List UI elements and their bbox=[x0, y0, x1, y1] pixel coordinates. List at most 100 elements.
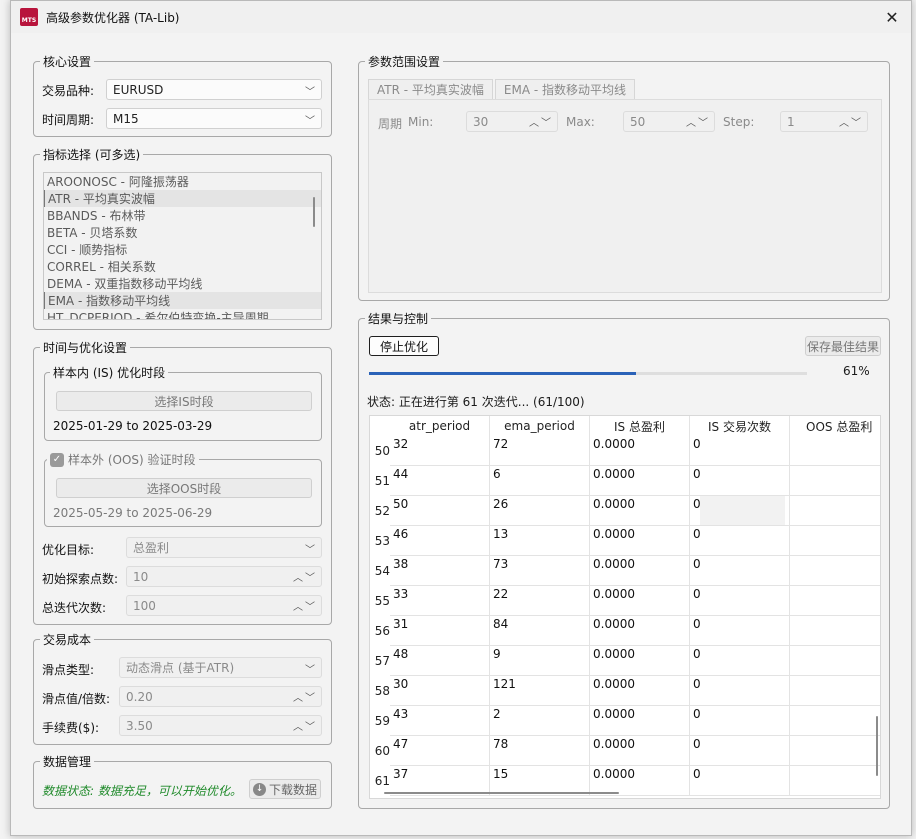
indicator-list-item[interactable]: AROONOSC - 阿隆振荡器 bbox=[44, 173, 321, 190]
table-cell: 84 bbox=[490, 616, 590, 646]
table-row[interactable]: 50 32 72 0.0000 0 bbox=[370, 436, 880, 466]
table-header: atr_period ema_period IS 总盈利 IS 交易次数 OOS… bbox=[370, 416, 880, 436]
step-spinbox[interactable]: 1 ︿﹀ bbox=[780, 111, 868, 132]
initial-points-label: 初始探索点数: bbox=[42, 572, 119, 586]
select-is-period-button[interactable]: 选择IS时段 bbox=[56, 391, 312, 411]
spin-arrows-icon: ︿﹀ bbox=[529, 118, 553, 129]
table-cell bbox=[790, 736, 880, 766]
indicator-list-item[interactable]: EMA - 指数移动平均线 bbox=[44, 292, 321, 309]
table-cell: 72 bbox=[490, 436, 590, 466]
indicator-list-item[interactable]: CCI - 顺势指标 bbox=[44, 241, 321, 258]
column-header-ema-period[interactable]: ema_period bbox=[490, 416, 590, 436]
table-row[interactable]: 60 47 78 0.0000 0 bbox=[370, 736, 880, 766]
table-cell: 47 bbox=[390, 736, 490, 766]
table-cell: 0.0000 bbox=[590, 646, 690, 676]
table-row[interactable]: 58 30 121 0.0000 0 bbox=[370, 676, 880, 706]
table-cell bbox=[790, 496, 880, 526]
initial-points-spinbox[interactable]: 10 ︿﹀ bbox=[126, 566, 322, 587]
table-row[interactable]: 57 48 9 0.0000 0 bbox=[370, 646, 880, 676]
results-table[interactable]: atr_period ema_period IS 总盈利 IS 交易次数 OOS… bbox=[369, 415, 881, 799]
spin-arrows-icon: ︿﹀ bbox=[686, 118, 710, 129]
row-number: 58 bbox=[374, 684, 390, 698]
table-cell: 0 bbox=[690, 676, 790, 706]
row-number: 52 bbox=[374, 504, 390, 518]
window-content: 核心设置 交易品种: EURUSD ﹀ 时间周期: M15 ﹀ 指标选择 (可多… bbox=[11, 33, 911, 835]
row-number: 55 bbox=[374, 594, 390, 608]
close-icon: ✕ bbox=[885, 7, 899, 27]
is-period-group: 样本内 (IS) 优化时段 选择IS时段 2025-01-29 to 2025-… bbox=[44, 364, 322, 441]
table-cell: 0.0000 bbox=[590, 706, 690, 736]
tab-pane: 周期 Min: 30 ︿﹀ Max: 50 ︿﹀ Step: 1 ︿﹀ bbox=[368, 99, 882, 293]
select-oos-period-button[interactable]: 选择OOS时段 bbox=[56, 478, 312, 498]
table-cell: 0 bbox=[690, 616, 790, 646]
optimization-progress-bar bbox=[369, 372, 807, 375]
indicator-list-scrollbar[interactable] bbox=[313, 197, 315, 227]
table-cell: 0 bbox=[690, 646, 790, 676]
results-control-group: 结果与控制 停止优化 保存最佳结果 61% 状态: 正在进行第 61 次迭代..… bbox=[358, 310, 890, 809]
table-row[interactable]: 52 50 26 0.0000 0 bbox=[370, 496, 880, 526]
min-spinbox[interactable]: 30 ︿﹀ bbox=[466, 111, 558, 132]
table-cell: 0 bbox=[690, 766, 790, 796]
indicator-list-item[interactable]: BBANDS - 布林带 bbox=[44, 207, 321, 224]
spin-arrows-icon: ︿﹀ bbox=[293, 693, 317, 704]
indicator-listbox[interactable]: AROONOSC - 阿隆振荡器 ATR - 平均真实波幅 BBANDS - 布林带… bbox=[43, 172, 322, 320]
table-cell: 0.0000 bbox=[590, 586, 690, 616]
fee-spinbox[interactable]: 3.50 ︿﹀ bbox=[119, 715, 322, 736]
save-best-result-button[interactable]: 保存最佳结果 bbox=[805, 336, 881, 356]
parameter-range-legend: 参数范围设置 bbox=[365, 53, 444, 70]
indicator-list-item[interactable]: BETA - 贝塔系数 bbox=[44, 224, 321, 241]
table-row[interactable]: 59 43 2 0.0000 0 bbox=[370, 706, 880, 736]
row-number-header bbox=[370, 416, 390, 436]
spin-arrows-icon: ︿﹀ bbox=[293, 573, 317, 584]
slippage-type-select[interactable]: 动态滑点 (基于ATR) ﹀ bbox=[119, 657, 322, 678]
window-title: 高级参数优化器 (TA-Lib) bbox=[46, 10, 180, 25]
row-number: 59 bbox=[374, 714, 390, 728]
table-row[interactable]: 55 33 22 0.0000 0 bbox=[370, 586, 880, 616]
column-header-is-profit[interactable]: IS 总盈利 bbox=[590, 416, 690, 436]
row-number: 57 bbox=[374, 654, 390, 668]
tab-atr[interactable]: ATR - 平均真实波幅 bbox=[368, 79, 493, 99]
chevron-down-icon: ﹀ bbox=[305, 665, 315, 676]
fee-value: 3.50 bbox=[126, 718, 153, 733]
table-cell: 38 bbox=[390, 556, 490, 586]
indicator-tabs: ATR - 平均真实波幅 EMA - 指数移动平均线 bbox=[368, 79, 637, 99]
trading-cost-legend: 交易成本 bbox=[40, 631, 95, 648]
table-cell bbox=[790, 436, 880, 466]
column-header-atr-period[interactable]: atr_period bbox=[390, 416, 490, 436]
timeframe-select[interactable]: M15 ﹀ bbox=[106, 108, 322, 129]
slippage-value-spinbox[interactable]: 0.20 ︿﹀ bbox=[119, 686, 322, 707]
indicator-list-item[interactable]: ATR - 平均真实波幅 bbox=[44, 190, 321, 207]
row-number: 50 bbox=[374, 444, 390, 458]
table-cell: 0 bbox=[690, 586, 790, 616]
table-row[interactable]: 56 31 84 0.0000 0 bbox=[370, 616, 880, 646]
indicator-list-item[interactable]: DEMA - 双重指数移动平均线 bbox=[44, 275, 321, 292]
column-header-is-trades[interactable]: IS 交易次数 bbox=[690, 416, 790, 436]
download-data-button[interactable]: ↓ 下载数据 bbox=[249, 779, 321, 799]
indicator-list-item[interactable]: CORREL - 相关系数 bbox=[44, 258, 321, 275]
table-cell bbox=[790, 646, 880, 676]
table-cell: 50 bbox=[390, 496, 490, 526]
symbol-select[interactable]: EURUSD ﹀ bbox=[106, 79, 322, 100]
max-spinbox[interactable]: 50 ︿﹀ bbox=[623, 111, 715, 132]
optimization-target-select[interactable]: 总盈利 ﹀ bbox=[126, 537, 322, 558]
table-row[interactable]: 54 38 73 0.0000 0 bbox=[370, 556, 880, 586]
min-value: 30 bbox=[473, 114, 489, 129]
timeframe-value: M15 bbox=[113, 111, 139, 126]
oos-checkbox[interactable]: ✓ bbox=[50, 452, 64, 467]
results-vertical-scrollbar[interactable] bbox=[876, 716, 878, 776]
column-header-oos-profit[interactable]: OOS 总盈利 bbox=[790, 416, 880, 436]
indicator-list-item[interactable]: HT_DCPERIOD - 希尔伯特变换-主导周期 bbox=[44, 309, 321, 319]
table-cell: 6 bbox=[490, 466, 590, 496]
close-button[interactable]: ✕ bbox=[881, 6, 903, 28]
table-cell: 0.0000 bbox=[590, 616, 690, 646]
table-row[interactable]: 51 44 6 0.0000 0 bbox=[370, 466, 880, 496]
tab-ema[interactable]: EMA - 指数移动平均线 bbox=[494, 79, 636, 99]
total-iterations-spinbox[interactable]: 100 ︿﹀ bbox=[126, 595, 322, 616]
table-row[interactable]: 53 46 13 0.0000 0 bbox=[370, 526, 880, 556]
table-cell: 0.0000 bbox=[590, 736, 690, 766]
results-horizontal-scrollbar[interactable] bbox=[384, 792, 619, 794]
table-cell: 22 bbox=[490, 586, 590, 616]
stop-optimization-button[interactable]: 停止优化 bbox=[369, 336, 439, 356]
download-data-label: 下载数据 bbox=[268, 782, 317, 797]
row-number: 54 bbox=[374, 564, 390, 578]
